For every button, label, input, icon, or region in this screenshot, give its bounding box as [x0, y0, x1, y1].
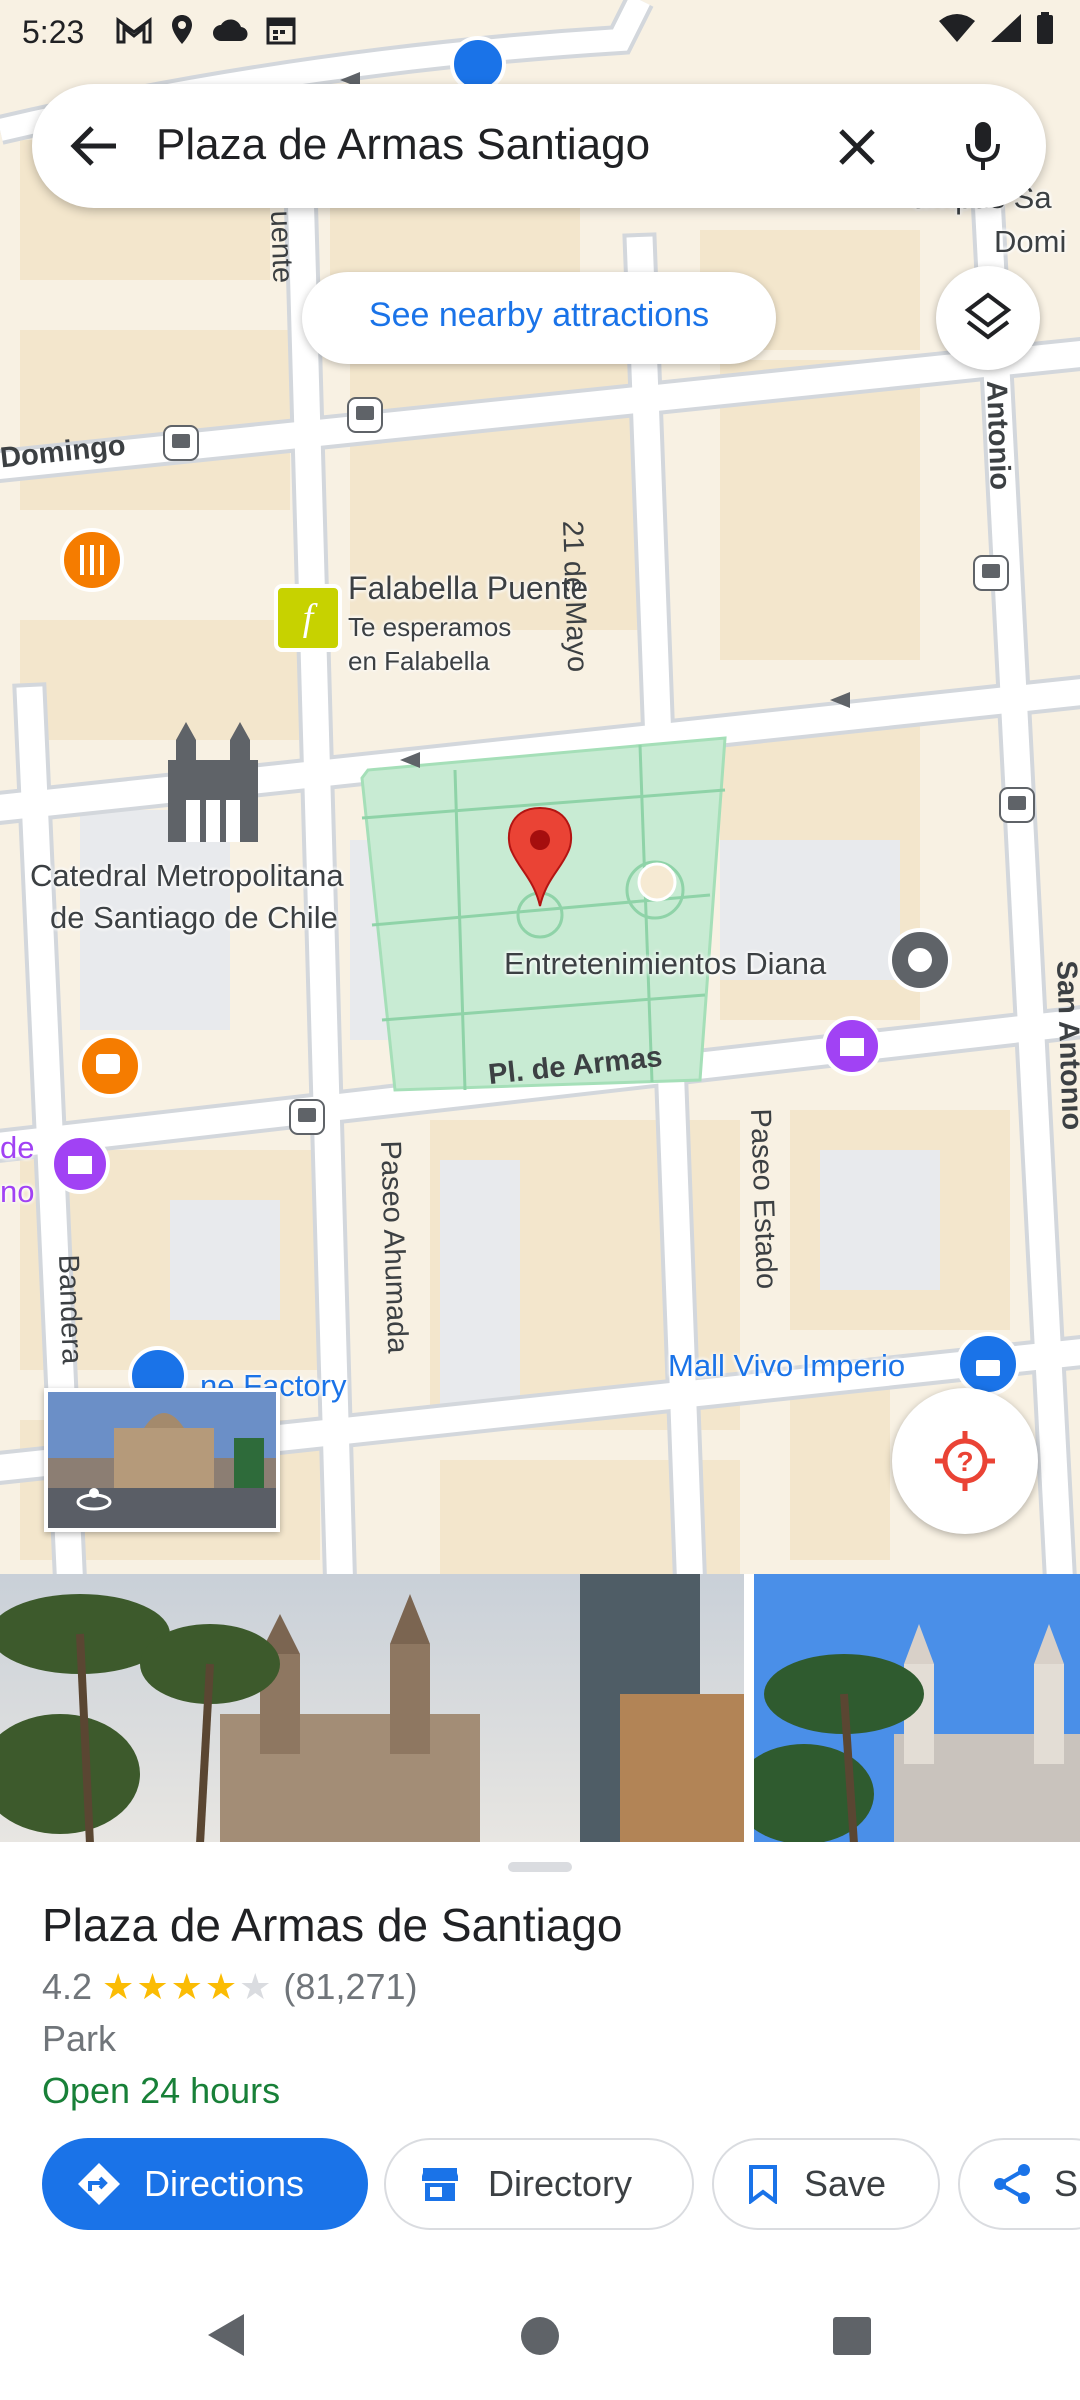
location-icon [172, 15, 192, 44]
star-rating: ★★★★★ [102, 1966, 274, 2007]
back-nav-icon[interactable] [206, 2312, 246, 2358]
nearby-attractions-label: See nearby attractions [368, 296, 710, 334]
status-time: 5:23 [22, 14, 85, 50]
map-label-mall[interactable]: Mall Vivo Imperio [668, 1348, 905, 1384]
cafe-pin-icon[interactable] [78, 1034, 142, 1098]
gmail-icon [116, 17, 152, 44]
map-canvas[interactable]: f [0, 0, 1080, 1580]
layers-icon [964, 292, 1012, 340]
sheet-drag-handle[interactable] [508, 1862, 572, 1872]
battery-icon [1037, 12, 1053, 44]
search-bar[interactable]: Plaza de Armas Santiago [32, 84, 1046, 208]
nearby-attractions-button[interactable]: See nearby attractions [302, 272, 776, 364]
save-label: Save [804, 2163, 887, 2204]
map-label-cathedral[interactable]: de Santiago de Chile [50, 900, 338, 936]
layers-button[interactable] [936, 266, 1040, 370]
place-photo[interactable] [754, 1574, 1080, 1844]
store-icon [422, 2168, 458, 2201]
bookmark-icon [749, 2165, 777, 2204]
mic-icon[interactable] [964, 120, 1002, 172]
place-photos-carousel[interactable] [0, 1574, 1080, 1844]
directory-label: Directory [488, 2163, 633, 2204]
status-bar: 5:23 [0, 0, 1080, 64]
calendar-icon [266, 17, 296, 45]
map-label-cathedral[interactable]: Catedral Metropolitana [30, 858, 344, 894]
map-label-falabella-sub: en Falabella [348, 646, 490, 676]
shopping-pin-icon[interactable] [956, 1332, 1020, 1396]
signal-icon [991, 14, 1021, 42]
svg-text:?: ? [956, 1446, 973, 1477]
my-location-button[interactable]: ? [892, 1388, 1038, 1534]
entertainment-pin-icon[interactable] [888, 928, 952, 992]
wifi-icon [939, 14, 975, 42]
falabella-logo-icon[interactable]: f [274, 584, 342, 652]
system-navigation-bar [0, 2272, 1080, 2400]
share-label: S [1054, 2163, 1079, 2204]
street-view-thumbnail[interactable] [44, 1388, 280, 1532]
review-count[interactable]: (81,271) [283, 1966, 417, 2008]
map-label-left-no[interactable]: no [0, 1174, 34, 1210]
rating-value: 4.2 [42, 1966, 93, 2007]
museum-pin-icon[interactable] [50, 1134, 110, 1194]
directions-button[interactable]: Directions [42, 2138, 368, 2230]
place-title: Plaza de Armas de Santiago [42, 1899, 623, 1951]
bus-stop-icon[interactable] [347, 397, 383, 433]
place-category: Park [42, 2018, 117, 2059]
cloud-icon [213, 19, 248, 42]
bus-stop-icon[interactable] [289, 1099, 325, 1135]
share-icon [994, 2164, 1030, 2204]
road-label-paseo-estado: Paseo Estado [744, 1108, 783, 1290]
restaurant-pin-icon[interactable] [60, 528, 124, 592]
road-label-21-de-mayo: 21 de Mayo [556, 520, 594, 673]
save-button[interactable]: Save [712, 2138, 940, 2230]
back-arrow-icon[interactable] [70, 124, 118, 168]
share-button[interactable]: S [958, 2138, 1080, 2230]
home-nav-icon[interactable] [520, 2316, 560, 2356]
map-label-diana[interactable]: Entretenimientos Diana [504, 946, 826, 982]
directions-icon [78, 2163, 120, 2205]
bus-stop-icon[interactable] [999, 787, 1035, 823]
map-label-falabella[interactable]: Falabella Puente [348, 570, 588, 607]
place-photo[interactable] [0, 1574, 744, 1844]
place-details-sheet[interactable]: Plaza de Armas de Santiago 4.2 ★★★★★ (81… [0, 1842, 1080, 2272]
location-help-icon: ? [935, 1431, 995, 1491]
map-view[interactable]: f Falabella Puente Te esperamos en Falab… [0, 0, 1080, 1580]
recents-nav-icon[interactable] [832, 2316, 872, 2356]
map-label-left-de[interactable]: de [0, 1130, 34, 1166]
road-label-antonio: Antonio [980, 380, 1016, 491]
road-label-bandera: Bandera [52, 1254, 88, 1365]
close-icon[interactable] [838, 128, 876, 166]
place-rating-row[interactable]: 4.2 ★★★★★ (81,271) [42, 1966, 418, 2008]
museum-pin-icon[interactable] [822, 1016, 882, 1076]
map-label-campus: Domi [994, 224, 1067, 259]
directory-button[interactable]: Directory [384, 2138, 694, 2230]
place-hours[interactable]: Open 24 hours [42, 2070, 280, 2112]
street-view-360-icon [76, 1488, 112, 1511]
search-input[interactable]: Plaza de Armas Santiago [156, 120, 650, 170]
road-label-san-antonio: San Antonio [1050, 960, 1080, 1131]
bus-stop-icon[interactable] [973, 555, 1009, 591]
bus-stop-icon[interactable] [163, 425, 199, 461]
map-label-falabella-sub: Te esperamos [348, 612, 512, 642]
road-label-puente: uente [264, 210, 299, 284]
directions-label: Directions [144, 2163, 305, 2204]
